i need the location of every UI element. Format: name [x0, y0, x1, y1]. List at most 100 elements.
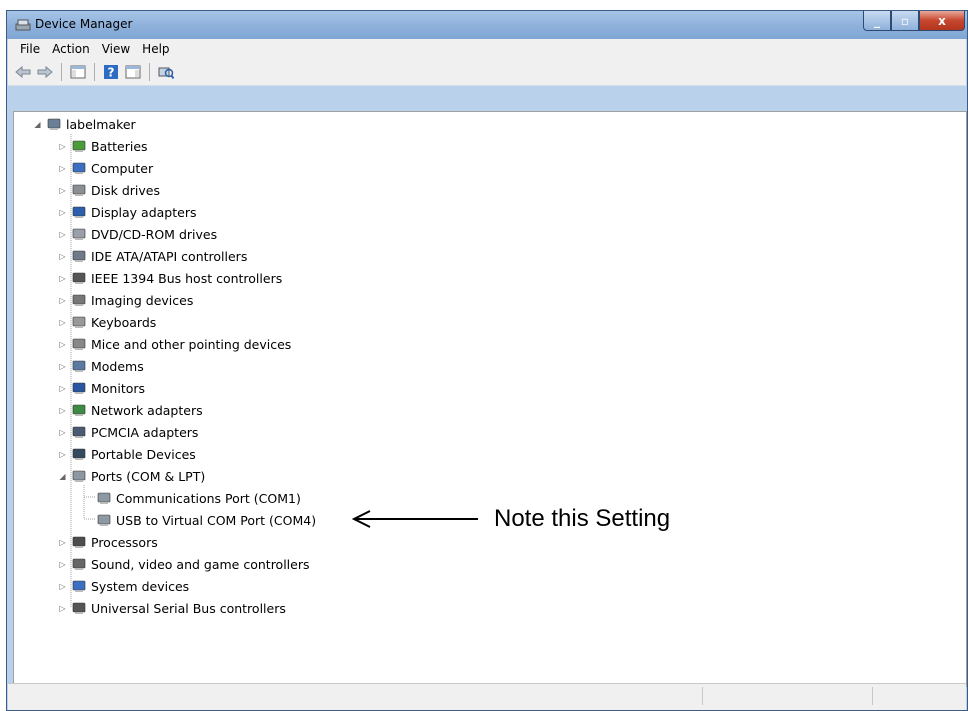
keyboard-icon	[71, 314, 87, 330]
tree-node-label: Imaging devices	[91, 292, 194, 308]
expand-arrow-icon[interactable]: ▷	[58, 582, 67, 591]
expand-arrow-icon[interactable]: ▷	[58, 604, 67, 613]
status-divider	[702, 687, 703, 705]
svg-text:?: ?	[108, 66, 115, 80]
tree-node-label: Batteries	[91, 138, 148, 154]
pcmcia-icon	[71, 424, 87, 440]
annotation-text: Note this Setting	[494, 505, 671, 532]
menu-file[interactable]: File	[14, 42, 46, 56]
expand-arrow-icon[interactable]: ▷	[58, 450, 67, 459]
tree-device[interactable]: Communications Port (COM1)	[96, 487, 301, 509]
tree-root-labelmaker[interactable]: ◢ labelmaker	[33, 113, 135, 135]
expand-arrow-icon[interactable]: ▷	[58, 362, 67, 371]
show-hide-action-pane-icon[interactable]	[124, 63, 142, 81]
collapse-arrow-icon[interactable]: ◢	[33, 120, 42, 129]
scan-hardware-changes-icon[interactable]	[157, 63, 175, 81]
ieee1394-icon	[71, 270, 87, 286]
expand-arrow-icon[interactable]: ▷	[58, 208, 67, 217]
show-hide-console-tree-icon[interactable]	[69, 63, 87, 81]
tree-node-label: Mice and other pointing devices	[91, 336, 292, 352]
monitor-icon	[71, 380, 87, 396]
tree-node-label: Ports (COM & LPT)	[91, 468, 206, 484]
help-icon[interactable]: ?	[102, 63, 120, 81]
minimize-button[interactable]: _	[863, 11, 891, 31]
tree-category[interactable]: ▷ Display adapters	[58, 201, 196, 223]
tree-node-label: PCMCIA adapters	[91, 424, 199, 440]
tree-category[interactable]: ▷ Universal Serial Bus controllers	[58, 597, 286, 619]
tree-category[interactable]: ▷ DVD/CD-ROM drives	[58, 223, 217, 245]
modem-icon	[71, 358, 87, 374]
system-device-icon	[71, 578, 87, 594]
collapse-arrow-icon[interactable]: ◢	[58, 472, 67, 481]
tree-category[interactable]: ▷ Monitors	[58, 377, 145, 399]
tree-node-label: Monitors	[91, 380, 146, 396]
tree-node-label: Display adapters	[91, 204, 197, 220]
port-icon	[96, 512, 112, 528]
tree-node-label: Disk drives	[91, 182, 160, 198]
tree-node-label: Universal Serial Bus controllers	[91, 600, 286, 616]
tree-category[interactable]: ▷ Batteries	[58, 135, 148, 157]
tree-category[interactable]: ▷ Processors	[58, 531, 157, 553]
tree-category[interactable]: ▷ Modems	[58, 355, 144, 377]
tree-node-label: Communications Port (COM1)	[116, 490, 301, 506]
expand-arrow-icon[interactable]: ▷	[58, 142, 67, 151]
expand-arrow-icon[interactable]: ▷	[58, 318, 67, 327]
expand-arrow-icon[interactable]: ▷	[58, 274, 67, 283]
tree-category[interactable]: ▷ Mice and other pointing devices	[58, 333, 291, 355]
tree-category[interactable]: ▷ Sound, video and game controllers	[58, 553, 310, 575]
tree-category[interactable]: ▷ Computer	[58, 157, 153, 179]
ide-controller-icon	[71, 248, 87, 264]
tree-device[interactable]: USB to Virtual COM Port (COM4)	[96, 509, 316, 531]
expand-arrow-icon[interactable]: ▷	[58, 340, 67, 349]
tree-node-label: USB to Virtual COM Port (COM4)	[116, 512, 317, 528]
tree-category[interactable]: ▷ Network adapters	[58, 399, 202, 421]
root-computer-icon	[46, 116, 62, 132]
expand-arrow-icon[interactable]: ▷	[58, 560, 67, 569]
expand-arrow-icon[interactable]: ▷	[58, 252, 67, 261]
menu-action[interactable]: Action	[46, 42, 96, 56]
menu-view[interactable]: View	[96, 42, 136, 56]
expand-arrow-icon[interactable]: ▷	[58, 384, 67, 393]
close-button[interactable]: x	[919, 11, 965, 31]
tree-category[interactable]: ▷ IDE ATA/ATAPI controllers	[58, 245, 247, 267]
usb-controller-icon	[71, 600, 87, 616]
expand-arrow-icon[interactable]: ▷	[58, 538, 67, 547]
disk-drive-icon	[71, 182, 87, 198]
title-bar[interactable]: Device Manager _ ▫ x	[7, 11, 967, 39]
tree-category[interactable]: ▷ System devices	[58, 575, 189, 597]
tree-category[interactable]: ▷ IEEE 1394 Bus host controllers	[58, 267, 282, 289]
forward-icon[interactable]	[36, 63, 54, 81]
menu-help[interactable]: Help	[136, 42, 175, 56]
arrow-left-icon	[352, 510, 478, 528]
port-icon	[71, 468, 87, 484]
tree-node-label: System devices	[91, 578, 190, 594]
expand-arrow-icon[interactable]: ▷	[58, 230, 67, 239]
toolbar: ?	[8, 59, 966, 86]
window-title: Device Manager	[35, 17, 133, 31]
back-icon[interactable]	[14, 63, 32, 81]
expand-arrow-icon[interactable]: ▷	[58, 428, 67, 437]
dvd-drive-icon	[71, 226, 87, 242]
processor-icon	[71, 534, 87, 550]
portable-device-icon	[71, 446, 87, 462]
maximize-button[interactable]: ▫	[891, 11, 919, 31]
tree-category[interactable]: ◢ Ports (COM & LPT)	[58, 465, 205, 487]
tree-category[interactable]: ▷ Disk drives	[58, 179, 160, 201]
tree-node-label: Keyboards	[91, 314, 157, 330]
expand-arrow-icon[interactable]: ▷	[58, 186, 67, 195]
tree-category[interactable]: ▷ Imaging devices	[58, 289, 193, 311]
tree-category[interactable]: ▷ Keyboards	[58, 311, 156, 333]
expand-arrow-icon[interactable]: ▷	[58, 296, 67, 305]
tree-node-label: Sound, video and game controllers	[91, 556, 310, 572]
tree-node-label: IEEE 1394 Bus host controllers	[91, 270, 283, 286]
tree-category[interactable]: ▷ Portable Devices	[58, 443, 195, 465]
imaging-device-icon	[71, 292, 87, 308]
toolbar-separator	[94, 63, 95, 81]
expand-arrow-icon[interactable]: ▷	[58, 164, 67, 173]
toolbar-separator	[61, 63, 62, 81]
status-bar	[8, 683, 966, 710]
tree-node-label: Modems	[91, 358, 144, 374]
expand-arrow-icon[interactable]: ▷	[58, 406, 67, 415]
tree-category[interactable]: ▷ PCMCIA adapters	[58, 421, 198, 443]
computer-icon	[71, 160, 87, 176]
